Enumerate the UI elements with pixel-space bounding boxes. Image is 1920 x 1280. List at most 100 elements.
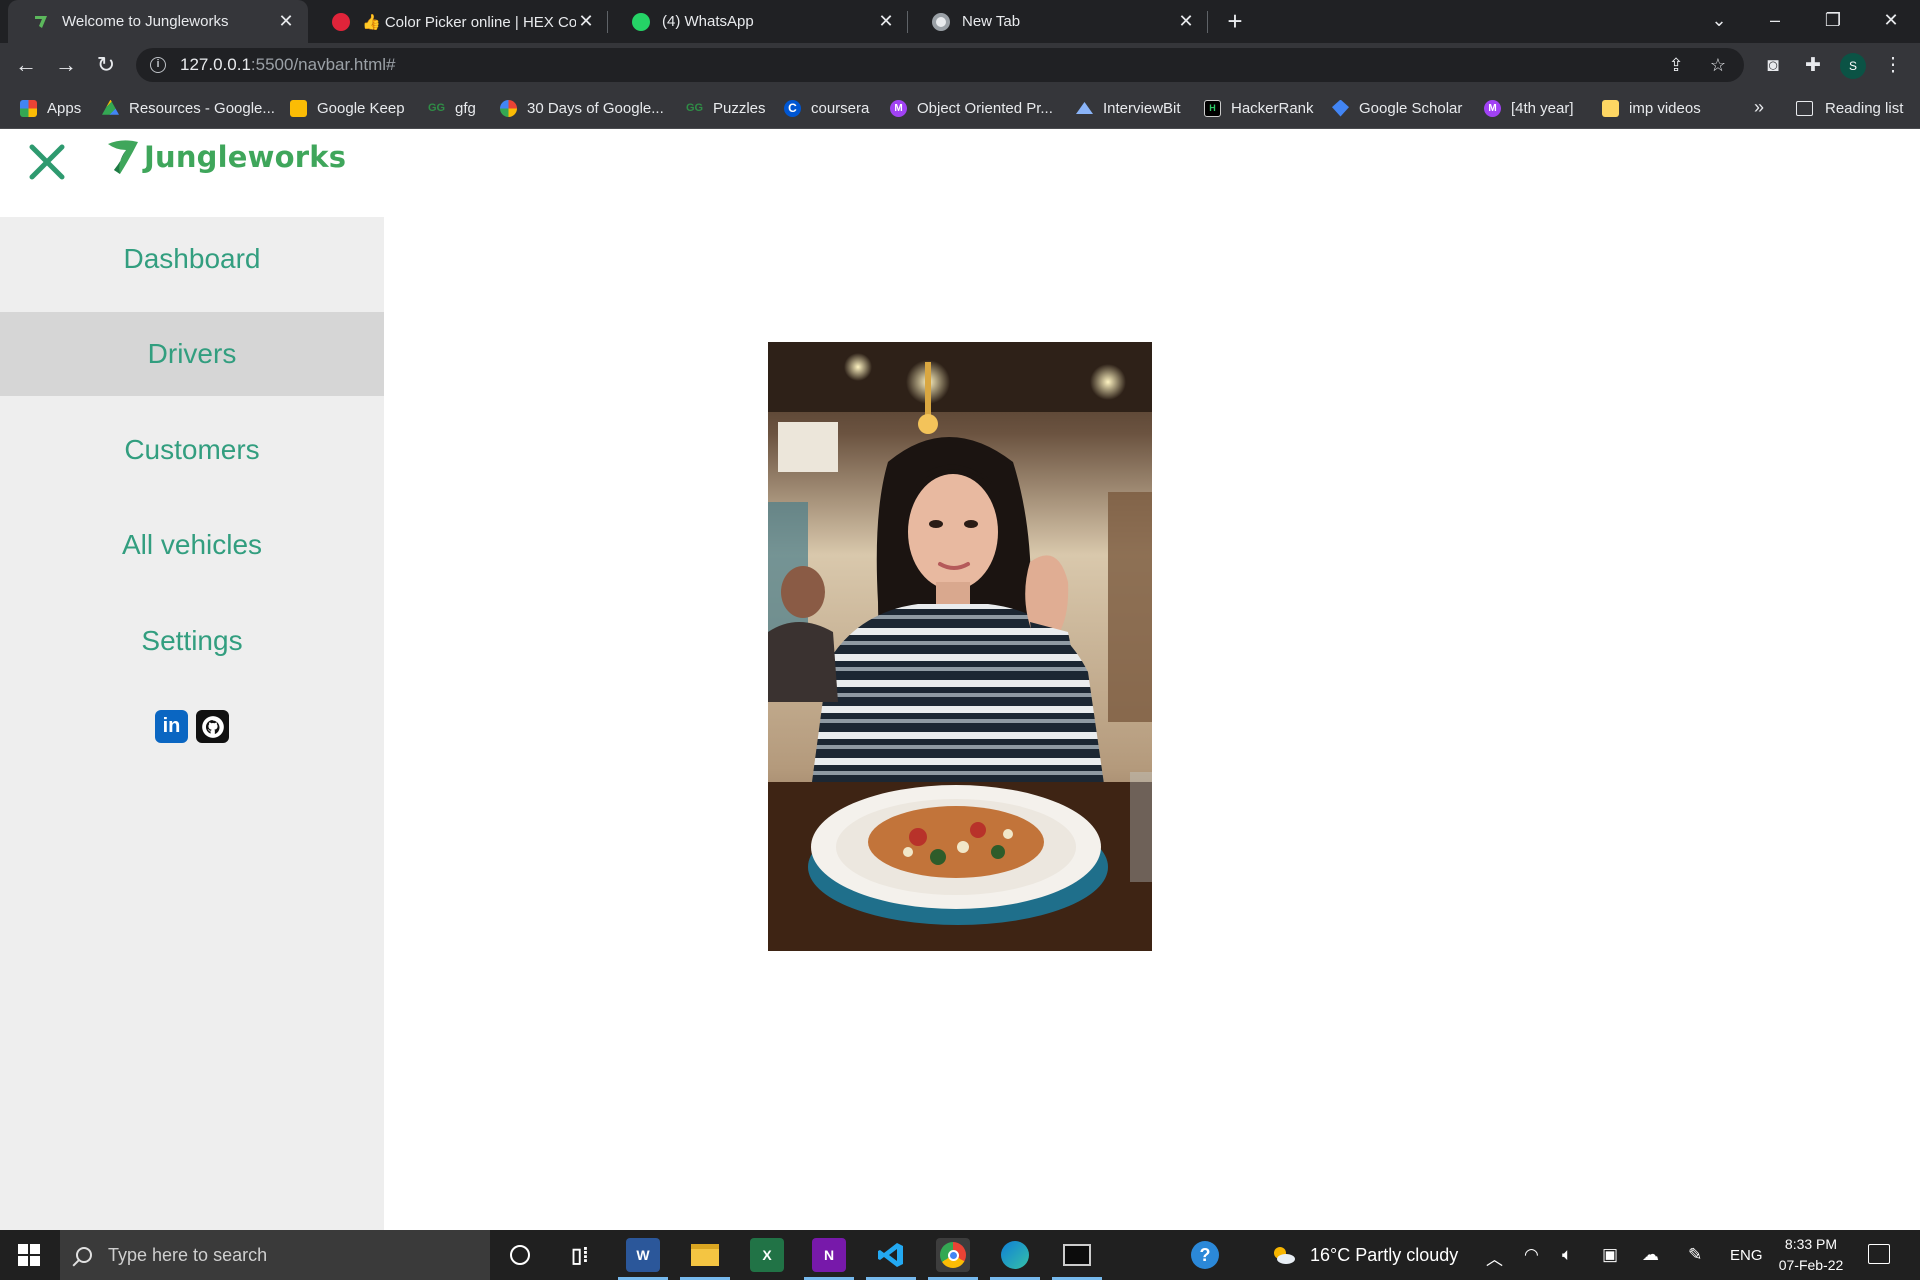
excel-icon[interactable]: X (750, 1238, 784, 1272)
vscode-logo-icon (878, 1243, 903, 1267)
word-icon[interactable]: W (618, 1238, 668, 1280)
edge-icon[interactable] (990, 1238, 1040, 1280)
tab-title: Welcome to Jungleworks (62, 13, 229, 30)
bookmark-google-keep[interactable]: Google Keep (290, 87, 405, 129)
tab-new-tab[interactable]: New Tab ✕ (908, 0, 1208, 43)
menu-kebab-icon[interactable]: ⋮ (1882, 55, 1904, 77)
address-bar[interactable]: i 127.0.0.1:5500/navbar.html# ⇪ ☆ (136, 48, 1744, 82)
tab-separator (1207, 11, 1208, 33)
bookmark-label: coursera (811, 99, 870, 117)
more-bookmarks-button[interactable]: » (1754, 97, 1764, 118)
meet-now-icon[interactable]: ▣ (1602, 1245, 1618, 1265)
profile-photo (768, 342, 1152, 951)
close-tab-icon[interactable]: ✕ (276, 11, 296, 32)
sidebar-item-all-vehicles[interactable]: All vehicles (0, 503, 384, 587)
bookmark-interviewbit[interactable]: InterviewBit (1076, 87, 1181, 129)
reload-icon[interactable]: ↻ (90, 49, 122, 81)
close-tab-icon[interactable]: ✕ (1176, 11, 1196, 32)
brand-name: Jungleworks (144, 140, 347, 174)
bookmark-star-icon[interactable]: ☆ (1708, 55, 1728, 75)
camera-icon[interactable]: ◙ (1762, 55, 1784, 77)
bookmark-label: imp videos (1629, 99, 1701, 117)
vscode-icon[interactable] (866, 1238, 916, 1280)
taskbar-search-box[interactable]: Type here to search (60, 1230, 490, 1280)
google-drive-icon (102, 99, 119, 115)
close-window-icon[interactable]: ✕ (1868, 0, 1914, 43)
terminal-icon[interactable] (1052, 1238, 1102, 1280)
tab-welcome-to-jungleworks[interactable]: Welcome to Jungleworks ✕ (8, 0, 308, 43)
bookmark-30-days-of-google[interactable]: 30 Days of Google... (500, 87, 664, 129)
system-clock[interactable]: 8:33 PM 07-Feb-22 (1770, 1234, 1852, 1276)
brand-logo[interactable]: Jungleworks (106, 138, 346, 176)
bookmark-google-scholar[interactable]: Google Scholar (1332, 87, 1462, 129)
bookmark-gfg[interactable]: GG gfg (428, 87, 476, 129)
sidebar-item-dashboard[interactable]: Dashboard (0, 217, 384, 301)
language-indicator[interactable]: ENG (1730, 1247, 1763, 1264)
share-icon[interactable]: ⇪ (1666, 55, 1686, 75)
m-badge-icon: M (890, 99, 907, 117)
minimize-icon[interactable]: – (1752, 0, 1798, 43)
tab-search-chevron-icon[interactable]: ⌄ (1696, 0, 1742, 43)
bookmark-4th-year[interactable]: M [4th year] (1484, 87, 1574, 129)
hackerrank-icon: H (1204, 99, 1221, 117)
task-view-icon[interactable]: ▯⁞ (563, 1238, 597, 1272)
site-info-icon[interactable]: i (150, 57, 166, 73)
file-explorer-icon[interactable] (680, 1238, 730, 1280)
bookmark-object-oriented-programming[interactable]: M Object Oriented Pr... (890, 87, 1053, 129)
gfg-icon: GG (428, 101, 446, 114)
reading-list-button[interactable]: Reading list (1796, 87, 1903, 129)
browser-toolbar: ← → ↻ i 127.0.0.1:5500/navbar.html# ⇪ ☆ … (0, 43, 1920, 87)
network-icon[interactable]: ◠ (1524, 1245, 1539, 1265)
bookmark-apps[interactable]: Apps (20, 87, 81, 129)
bookmark-hackerrank[interactable]: H HackerRank (1204, 87, 1314, 129)
linkedin-icon[interactable]: in (155, 710, 188, 743)
new-tab-button[interactable]: + (1220, 6, 1250, 36)
jungleworks-favicon (35, 15, 47, 28)
bookmark-resources-google[interactable]: Resources - Google... (102, 87, 275, 129)
sidebar-item-settings[interactable]: Settings (0, 599, 384, 683)
close-tab-icon[interactable]: ✕ (876, 11, 896, 32)
jungleworks-logo-icon (108, 140, 138, 174)
url-host: 127.0.0.1 (180, 55, 251, 74)
github-octocat-icon (201, 715, 224, 738)
weather-widget[interactable]: 16°C Partly cloudy (1270, 1230, 1458, 1280)
close-sidebar-icon[interactable] (26, 141, 68, 183)
bookmarks-bar: Apps Resources - Google... Google Keep G… (0, 87, 1920, 129)
github-icon[interactable] (196, 710, 229, 743)
sidebar: Dashboard Drivers Customers All vehicles… (0, 217, 384, 1230)
tab-color-picker[interactable]: 👍 Color Picker online | HEX Color ✕ (308, 0, 608, 43)
forward-arrow-icon[interactable]: → (50, 49, 82, 81)
bookmark-label: gfg (455, 99, 476, 117)
gfg-icon: GG (686, 101, 704, 114)
sidebar-item-customers[interactable]: Customers (0, 408, 384, 492)
search-icon (76, 1247, 92, 1263)
windows-taskbar: Type here to search ▯⁞ W X N ? 16°C Part… (0, 1230, 1920, 1280)
volume-icon[interactable]: 🔈︎ (1562, 1245, 1572, 1265)
extensions-puzzle-icon[interactable]: ✚ (1802, 55, 1824, 77)
pen-icon[interactable]: ✎ (1688, 1245, 1702, 1265)
close-tab-icon[interactable]: ✕ (576, 11, 596, 32)
show-hidden-icons-icon[interactable]: ︿ (1486, 1245, 1503, 1270)
restore-icon[interactable]: ❐ (1810, 0, 1856, 43)
bookmark-label: Puzzles (713, 99, 766, 117)
bookmark-imp-videos[interactable]: imp videos (1602, 87, 1701, 129)
onedrive-cloud-icon[interactable]: ☁︎ (1642, 1245, 1659, 1265)
windows-start-icon[interactable] (18, 1244, 40, 1266)
back-arrow-icon[interactable]: ← (10, 49, 42, 81)
profile-avatar[interactable]: S (1840, 53, 1866, 79)
folder-icon (1602, 99, 1619, 117)
bookmark-puzzles[interactable]: GG Puzzles (686, 87, 766, 129)
tab-whatsapp[interactable]: (4) WhatsApp ✕ (608, 0, 908, 43)
sidebar-item-drivers[interactable]: Drivers (0, 312, 384, 396)
notifications-icon[interactable] (1868, 1244, 1890, 1264)
onenote-icon[interactable]: N (804, 1238, 854, 1280)
help-icon[interactable]: ? (1188, 1238, 1222, 1272)
bookmark-coursera[interactable]: C coursera (784, 87, 869, 129)
tab-title: 👍 Color Picker online | HEX Color (362, 13, 576, 31)
bookmark-label: Apps (47, 99, 82, 117)
cortana-icon[interactable] (503, 1238, 537, 1272)
chrome-icon[interactable] (928, 1238, 978, 1280)
bookmark-label: [4th year] (1511, 99, 1574, 117)
reading-list-icon (1796, 100, 1813, 116)
reading-list-label: Reading list (1825, 99, 1904, 117)
